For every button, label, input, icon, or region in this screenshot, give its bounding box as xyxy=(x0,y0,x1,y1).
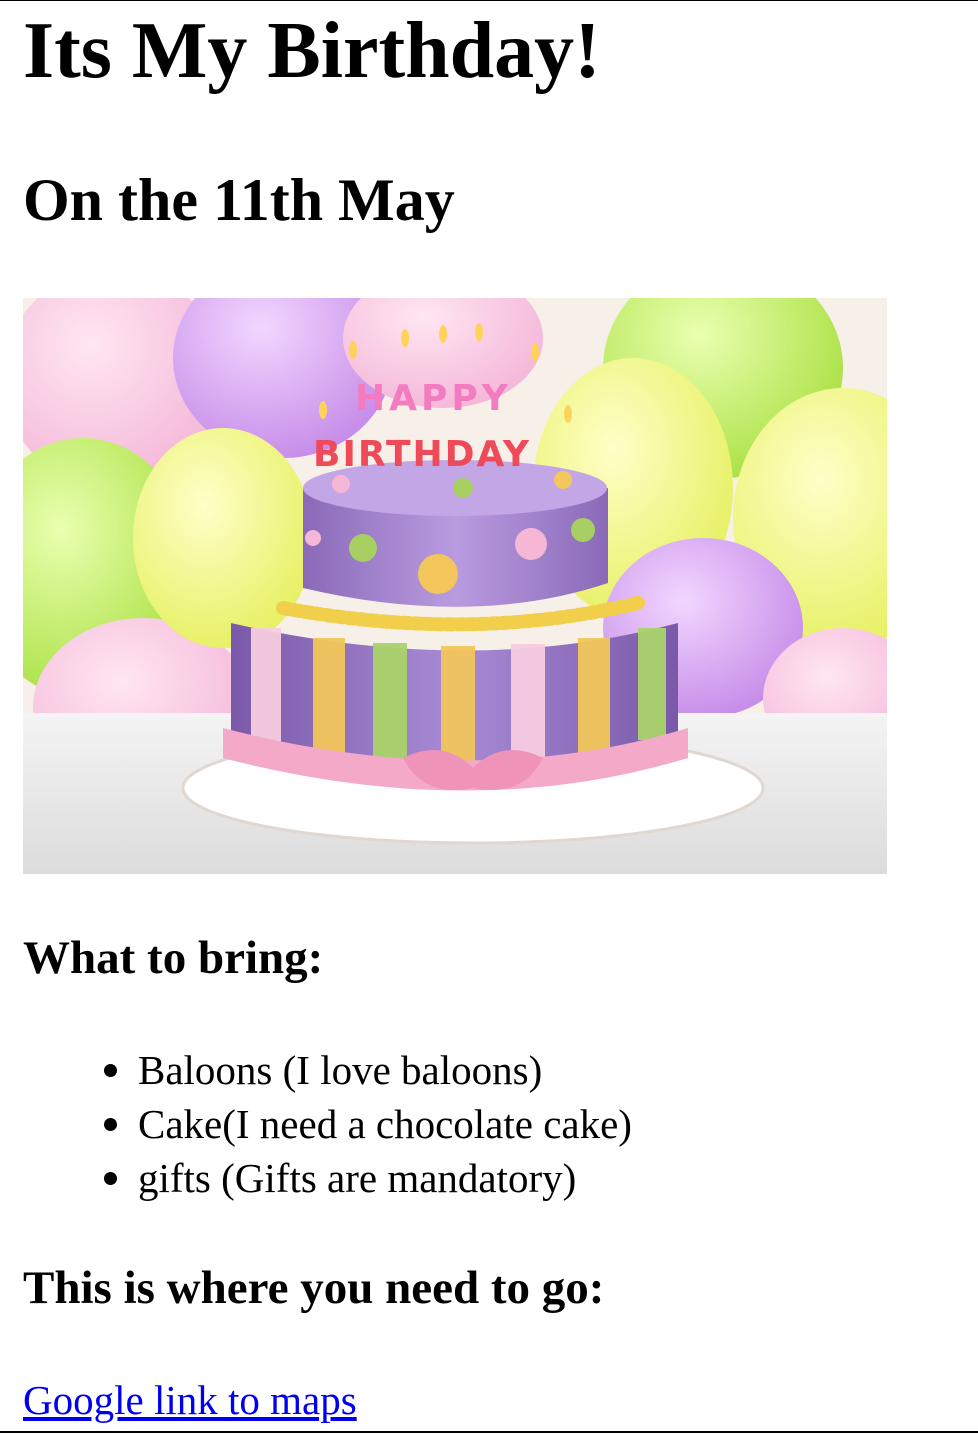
what-to-bring-heading: What to bring: xyxy=(23,932,324,984)
birthday-cake-image: HAPPY BIRTHDAY xyxy=(23,298,887,874)
list-item: gifts (Gifts are mandatory) xyxy=(104,1151,632,1205)
top-border xyxy=(0,0,978,1)
list-item-text: Baloons (I love baloons) xyxy=(138,1047,543,1093)
page-title: Its My Birthday! xyxy=(23,7,601,95)
bullet-icon xyxy=(104,1172,117,1185)
list-item-text: gifts (Gifts are mandatory) xyxy=(138,1155,577,1201)
candle-text-birthday: BIRTHDAY xyxy=(313,434,531,475)
candle-text-happy: HAPPY xyxy=(355,378,512,419)
list-item: Cake(I need a chocolate cake) xyxy=(104,1097,632,1151)
bullet-icon xyxy=(104,1118,117,1131)
google-maps-link[interactable]: Google link to maps xyxy=(23,1374,357,1426)
directions-heading: This is where you need to go: xyxy=(23,1262,605,1314)
date-heading: On the 11th May xyxy=(23,167,455,233)
bring-list: Baloons (I love baloons) Cake(I need a c… xyxy=(104,1043,632,1205)
list-item-text: Cake(I need a chocolate cake) xyxy=(138,1101,632,1147)
list-item: Baloons (I love baloons) xyxy=(104,1043,632,1097)
bullet-icon xyxy=(104,1064,117,1077)
bottom-border xyxy=(0,1431,978,1433)
